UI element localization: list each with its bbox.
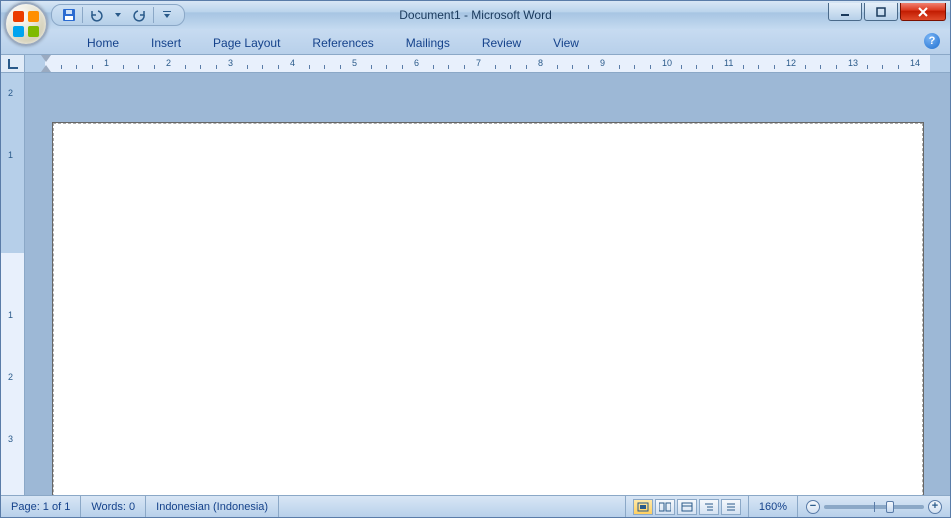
- ruler-number: 11: [724, 58, 733, 68]
- content-area: 2 1 1 2 3: [1, 73, 950, 495]
- hanging-indent-marker[interactable]: [41, 64, 51, 72]
- ruler-number: 1: [104, 58, 109, 68]
- zoom-slider[interactable]: [824, 505, 924, 509]
- help-button[interactable]: ?: [924, 33, 940, 49]
- undo-button[interactable]: [87, 6, 105, 24]
- app-window: Document1 - Microsoft Word HomeInsertPag…: [0, 0, 951, 518]
- document-page[interactable]: [53, 123, 923, 495]
- ruler-number: 5: [352, 58, 357, 68]
- zoom-out-button[interactable]: −: [806, 500, 820, 514]
- vruler-number: 2: [8, 372, 13, 382]
- vertical-ruler[interactable]: 2 1 1 2 3: [1, 73, 25, 495]
- vruler-number: 2: [8, 88, 13, 98]
- ruler-number: 13: [848, 58, 858, 68]
- ruler-number: 10: [662, 58, 672, 68]
- close-button[interactable]: [900, 3, 946, 21]
- qat-customize-dropdown-icon[interactable]: [158, 6, 176, 24]
- office-button[interactable]: [4, 2, 48, 46]
- ruler-number: 2: [166, 58, 171, 68]
- ruler-number: 9: [600, 58, 605, 68]
- ruler-number: 14: [910, 58, 920, 68]
- ruler-number: 3: [228, 58, 233, 68]
- tab-review[interactable]: Review: [466, 31, 537, 54]
- page-status[interactable]: Page: 1 of 1: [1, 496, 81, 517]
- window-controls: [826, 1, 950, 29]
- tab-page-layout[interactable]: Page Layout: [197, 31, 296, 54]
- zoom-in-button[interactable]: +: [928, 500, 942, 514]
- horizontal-ruler-area: 1234567891011121314: [1, 55, 950, 73]
- quick-access-toolbar: [51, 4, 185, 26]
- view-draft-button[interactable]: [721, 499, 741, 515]
- language-status[interactable]: Indonesian (Indonesia): [146, 496, 279, 517]
- tab-view[interactable]: View: [537, 31, 595, 54]
- ruler-number: 6: [414, 58, 419, 68]
- tab-home[interactable]: Home: [71, 31, 135, 54]
- status-bar: Page: 1 of 1 Words: 0 Indonesian (Indone…: [1, 495, 950, 517]
- tab-insert[interactable]: Insert: [135, 31, 197, 54]
- zoom-slider-thumb[interactable]: [886, 501, 894, 513]
- minimize-button[interactable]: [828, 3, 862, 21]
- zoom-slider-group: − +: [798, 500, 950, 514]
- view-print-layout-button[interactable]: [633, 499, 653, 515]
- document-viewport[interactable]: [25, 73, 950, 495]
- help-icon: ?: [929, 35, 936, 47]
- ruler-number: 8: [538, 58, 543, 68]
- title-bar: Document1 - Microsoft Word: [1, 1, 950, 29]
- view-outline-button[interactable]: [699, 499, 719, 515]
- view-web-layout-button[interactable]: [677, 499, 697, 515]
- tab-mailings[interactable]: Mailings: [390, 31, 466, 54]
- redo-button[interactable]: [131, 6, 149, 24]
- maximize-button[interactable]: [864, 3, 898, 21]
- office-logo-icon: [13, 11, 39, 37]
- ruler-number: 12: [786, 58, 796, 68]
- view-full-screen-reading-button[interactable]: [655, 499, 675, 515]
- first-line-indent-marker[interactable]: [41, 55, 51, 63]
- tab-stop-icon: [8, 59, 18, 69]
- word-count-status[interactable]: Words: 0: [81, 496, 146, 517]
- ribbon-tabs: HomeInsertPage LayoutReferencesMailingsR…: [1, 29, 950, 55]
- vruler-number: 1: [8, 150, 13, 160]
- ruler-number: 7: [476, 58, 481, 68]
- save-button[interactable]: [60, 6, 78, 24]
- zoom-level[interactable]: 160%: [748, 496, 798, 517]
- undo-dropdown-icon[interactable]: [109, 6, 127, 24]
- vruler-number: 1: [8, 310, 13, 320]
- ruler-number: 4: [290, 58, 295, 68]
- tab-references[interactable]: References: [296, 31, 389, 54]
- vruler-number: 3: [8, 434, 13, 444]
- horizontal-ruler[interactable]: 1234567891011121314: [25, 55, 950, 72]
- tab-selector[interactable]: [1, 55, 25, 72]
